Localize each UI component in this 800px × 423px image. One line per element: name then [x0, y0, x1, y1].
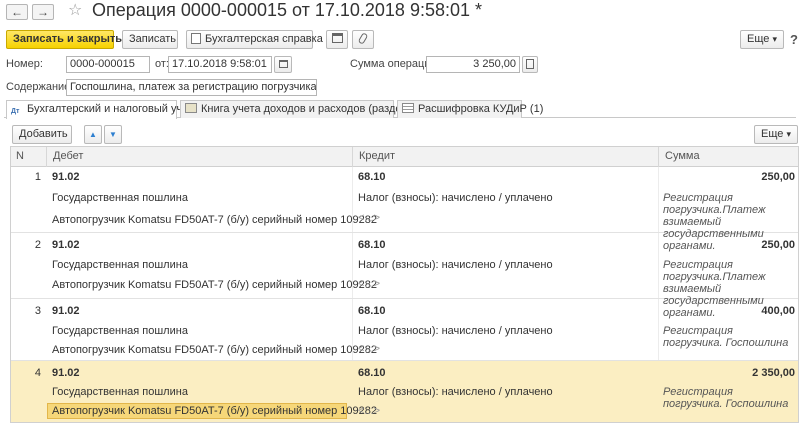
debit-account[interactable]: 91.02 — [52, 367, 80, 379]
row-number: 3 — [34, 305, 41, 317]
amount-field[interactable]: 3 250,00 — [426, 56, 520, 73]
table-row[interactable]: 3 91.02 Государственная пошлина Автопогр… — [11, 299, 798, 361]
table-more-button[interactable]: Еще ▾ — [754, 125, 798, 144]
row-sum[interactable]: 2 350,00 — [661, 367, 795, 379]
more-menu-label: Еще — [747, 33, 770, 45]
structure-icon — [331, 33, 343, 43]
credit-account[interactable]: 68.10 — [358, 171, 386, 183]
arrow-up-icon: ▲ — [89, 130, 97, 139]
row-number: 1 — [34, 171, 41, 183]
accounting-report-label: Бухгалтерская справка — [205, 33, 323, 45]
move-up-button[interactable]: ▲ — [84, 125, 102, 144]
row-sum[interactable]: 400,00 — [661, 305, 795, 317]
table-header: N Дебет Кредит Сумма — [11, 147, 798, 167]
debit-subconto-2[interactable]: Автопогрузчик Komatsu FD50AT-7 (б/у) сер… — [52, 344, 377, 356]
row-comment[interactable]: Регистрация погрузчика. Госпошлина — [663, 325, 791, 349]
table-row[interactable]: 2 91.02 Государственная пошлина Автопогр… — [11, 233, 798, 319]
debit-subconto-1[interactable]: Государственная пошлина — [52, 386, 188, 398]
table-icon — [402, 103, 414, 113]
debit-subconto-1[interactable]: Государственная пошлина — [52, 192, 188, 204]
row-sum[interactable]: 250,00 — [661, 239, 795, 251]
credit-subconto-2[interactable]: <...> — [358, 278, 380, 290]
calendar-button[interactable] — [274, 56, 292, 73]
accounting-icon: Дт — [11, 108, 20, 115]
help-icon[interactable]: ? — [790, 32, 798, 47]
column-header-credit[interactable]: Кредит — [352, 147, 658, 167]
tab-accounting-tax[interactable]: Дт Бухгалтерский и налоговый учет (4) — [6, 100, 210, 119]
move-down-button[interactable]: ▼ — [104, 125, 122, 144]
row-sum[interactable]: 250,00 — [661, 171, 795, 183]
window-title: Операция 0000-000015 от 17.10.2018 9:58:… — [92, 0, 483, 20]
debit-subconto-2-active[interactable]: Автопогрузчик Komatsu FD50AT-7 (б/у) сер… — [47, 403, 377, 419]
credit-account[interactable]: 68.10 — [358, 305, 386, 317]
credit-subconto-2[interactable]: <...> — [358, 405, 380, 417]
content-label: Содержание: — [6, 81, 74, 93]
attach-button[interactable] — [352, 30, 374, 49]
debit-account[interactable]: 91.02 — [52, 239, 80, 251]
accounting-report-button[interactable]: Бухгалтерская справка — [186, 30, 323, 49]
credit-account[interactable]: 68.10 — [358, 367, 386, 379]
paperclip-icon — [357, 32, 369, 45]
credit-subconto-1[interactable]: Налог (взносы): начислено / уплачено — [358, 192, 553, 204]
debit-subconto-1[interactable]: Государственная пошлина — [52, 259, 188, 271]
back-button[interactable]: ← — [6, 4, 28, 20]
debit-subconto-2[interactable]: Автопогрузчик Komatsu FD50AT-7 (б/у) сер… — [52, 279, 377, 291]
debit-account[interactable]: 91.02 — [52, 171, 80, 183]
report-icon — [191, 33, 201, 44]
credit-subconto-2[interactable]: <...> — [358, 212, 380, 224]
number-field[interactable]: 0000-000015 — [66, 56, 150, 73]
debit-subconto-2[interactable]: Автопогрузчик Komatsu FD50AT-7 (б/у) сер… — [52, 214, 377, 226]
table-row-selected[interactable]: 4 91.02 Государственная пошлина Автопогр… — [11, 361, 798, 422]
column-header-n[interactable]: N — [11, 147, 46, 167]
structure-button[interactable] — [326, 30, 348, 49]
more-menu-button[interactable]: Еще ▾ — [740, 30, 784, 49]
credit-account[interactable]: 68.10 — [358, 239, 386, 251]
credit-subconto-1[interactable]: Налог (взносы): начислено / уплачено — [358, 386, 553, 398]
credit-subconto-1[interactable]: Налог (взносы): начислено / уплачено — [358, 259, 553, 271]
tab-kudir-decoding-label: Расшифровка КУДиР (1) — [418, 103, 544, 115]
calculator-button[interactable] — [522, 56, 538, 73]
debit-subconto-1[interactable]: Государственная пошлина — [52, 325, 188, 337]
row-number: 2 — [34, 239, 41, 251]
favorite-star-icon[interactable]: ☆ — [68, 0, 82, 20]
tab-income-expense-book[interactable]: Книга учета доходов и расходов (раздел I… — [180, 100, 434, 118]
forward-button[interactable]: → — [32, 4, 54, 20]
add-row-button[interactable]: Добавить — [12, 125, 72, 144]
chevron-down-icon: ▾ — [786, 129, 791, 139]
table-row[interactable]: 1 91.02 Государственная пошлина Автопогр… — [11, 167, 798, 252]
arrow-down-icon: ▼ — [109, 130, 117, 139]
calendar-icon — [278, 60, 288, 68]
number-label: Номер: — [6, 58, 43, 70]
content-field[interactable]: Госпошлина, платеж за регистрацию погруз… — [66, 79, 317, 96]
row-comment[interactable]: Регистрация погрузчика. Госпошлина — [663, 386, 791, 410]
chevron-down-icon: ▾ — [772, 34, 777, 44]
date-label: от: — [155, 58, 169, 70]
book-icon — [185, 103, 197, 113]
credit-subconto-2[interactable]: <...> — [358, 343, 380, 355]
calculator-icon — [526, 59, 534, 69]
debit-account[interactable]: 91.02 — [52, 305, 80, 317]
column-header-sum[interactable]: Сумма — [658, 147, 798, 167]
row-number: 4 — [34, 367, 41, 379]
tab-kudir-decoding[interactable]: Расшифровка КУДиР (1) — [397, 100, 543, 118]
column-header-debit[interactable]: Дебет — [46, 147, 352, 167]
save-button[interactable]: Записать — [122, 30, 178, 49]
credit-subconto-1[interactable]: Налог (взносы): начислено / уплачено — [358, 325, 553, 337]
date-field[interactable]: 17.10.2018 9:58:01 — [168, 56, 272, 73]
save-and-close-button[interactable]: Записать и закрыть — [6, 30, 122, 49]
table-more-label: Еще — [761, 128, 784, 140]
entries-table: N Дебет Кредит Сумма 1 91.02 Государстве… — [10, 146, 799, 423]
